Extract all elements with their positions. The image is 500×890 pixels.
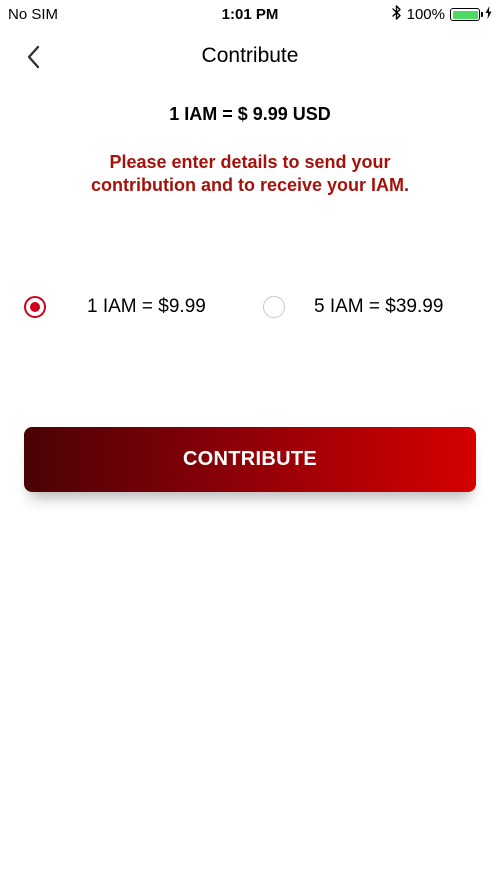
battery-level — [452, 10, 478, 19]
status-indicators: 100% — [391, 5, 492, 24]
option-label: 5 IAM = $39.99 — [314, 296, 444, 317]
radio-selected-icon[interactable] — [24, 296, 46, 318]
option-5-iam[interactable]: 5 IAM = $39.99 — [263, 290, 443, 324]
battery-icon — [450, 8, 483, 21]
radio-unselected-icon[interactable] — [263, 296, 285, 318]
charging-icon — [485, 6, 492, 23]
option-label: 1 IAM = $9.99 — [87, 296, 206, 317]
status-bar: No SIM 1:01 PM 100% — [0, 0, 500, 30]
contribute-button[interactable]: CONTRIBUTE — [24, 427, 476, 492]
battery-percent: 100% — [406, 6, 445, 23]
contribute-button-label: CONTRIBUTE — [182, 448, 318, 470]
page-title: Contribute — [201, 44, 299, 67]
exchange-rate: 1 IAM = $ 9.99 USD — [169, 104, 331, 124]
bluetooth-icon — [391, 5, 402, 24]
option-1-iam[interactable]: 1 IAM = $9.99 — [24, 290, 206, 324]
nav-header: Contribute — [0, 30, 500, 84]
instruction-message: Please enter details to send your contri… — [90, 152, 410, 195]
